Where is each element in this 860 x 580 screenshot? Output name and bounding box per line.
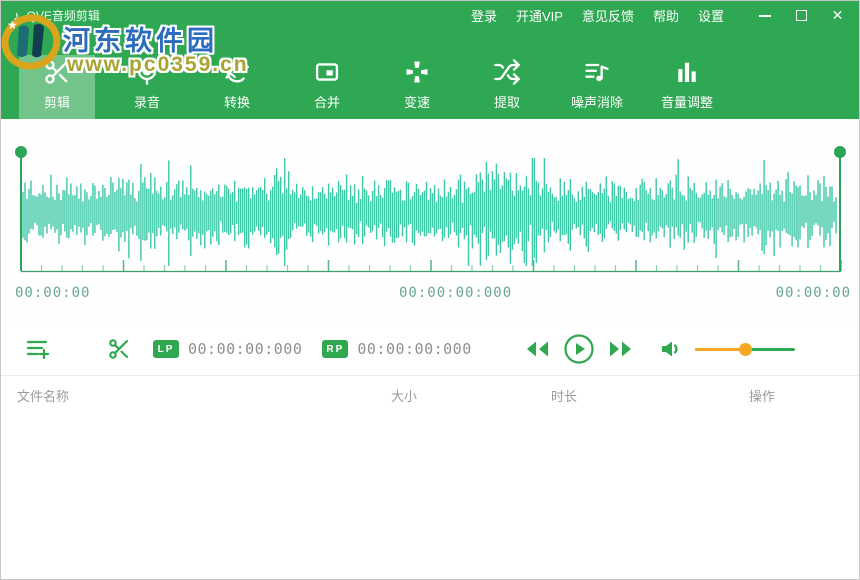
column-actions: 操作 bbox=[749, 386, 843, 405]
scissors-icon bbox=[43, 56, 71, 88]
timeline-ticks bbox=[21, 260, 841, 271]
waveform-bars bbox=[22, 158, 836, 266]
tab-label: 变速 bbox=[404, 92, 430, 111]
settings-link[interactable]: 设置 bbox=[698, 6, 724, 25]
tab-label: 噪声消除 bbox=[571, 92, 623, 111]
right-point-time: 00:00:00:000 bbox=[357, 340, 471, 358]
merge-icon bbox=[313, 56, 341, 88]
tab-convert[interactable]: 转换 bbox=[199, 55, 275, 119]
tab-label: 提取 bbox=[494, 92, 520, 111]
tab-record[interactable]: 录音 bbox=[109, 55, 185, 119]
main-toolbar: 剪辑 录音 转换 合并 变速 bbox=[1, 29, 859, 119]
close-icon[interactable]: ✕ bbox=[830, 8, 845, 22]
transport-bar: LP 00:00:00:000 RP 00:00:00:000 bbox=[1, 323, 859, 375]
volume-bars-icon bbox=[673, 56, 701, 88]
speaker-icon[interactable] bbox=[660, 339, 681, 359]
forward-button[interactable] bbox=[608, 340, 634, 358]
volume-handle[interactable] bbox=[739, 343, 752, 356]
volume-fill bbox=[695, 348, 745, 351]
maximize-icon[interactable] bbox=[794, 8, 808, 22]
right-point-badge: RP bbox=[322, 340, 348, 358]
column-duration: 时长 bbox=[551, 386, 749, 405]
app-title: QVE音频剪辑 bbox=[27, 7, 100, 24]
shuffle-icon bbox=[493, 56, 521, 88]
waveform-panel[interactable]: 00:00:00 00:00:00:000 00:00:00 bbox=[1, 119, 859, 323]
tab-volume-adjust[interactable]: 音量调整 bbox=[649, 55, 725, 119]
rewind-button[interactable] bbox=[524, 340, 550, 358]
file-table: 文件名称 大小 时长 操作 bbox=[1, 375, 859, 576]
tab-label: 转换 bbox=[224, 92, 250, 111]
left-point-time: 00:00:00:000 bbox=[188, 340, 302, 358]
speed-pad-icon bbox=[403, 56, 431, 88]
tab-merge[interactable]: 合并 bbox=[289, 55, 365, 119]
noise-removal-icon bbox=[583, 56, 611, 88]
title-bar: ♪ QVE音频剪辑 登录 开通VIP 意见反馈 帮助 设置 ✕ bbox=[1, 1, 859, 29]
add-to-list-button[interactable] bbox=[25, 337, 51, 361]
column-filename: 文件名称 bbox=[17, 386, 391, 405]
file-table-body[interactable] bbox=[1, 414, 859, 576]
feedback-link[interactable]: 意见反馈 bbox=[582, 6, 634, 25]
tab-speed[interactable]: 变速 bbox=[379, 55, 455, 119]
tab-cut[interactable]: 剪辑 bbox=[19, 55, 95, 119]
help-link[interactable]: 帮助 bbox=[653, 6, 679, 25]
titlebar-menu: 登录 开通VIP 意见反馈 帮助 设置 bbox=[471, 6, 724, 25]
refresh-icon bbox=[223, 56, 251, 88]
app-window: ♪ QVE音频剪辑 登录 开通VIP 意见反馈 帮助 设置 ✕ 剪辑 录音 bbox=[0, 0, 860, 580]
tab-label: 合并 bbox=[314, 92, 340, 111]
start-timecode: 00:00:00 bbox=[15, 285, 90, 301]
file-table-header: 文件名称 大小 时长 操作 bbox=[1, 376, 859, 414]
tab-label: 音量调整 bbox=[661, 92, 713, 111]
login-link[interactable]: 登录 bbox=[471, 6, 497, 25]
column-size: 大小 bbox=[391, 386, 551, 405]
tab-label: 剪辑 bbox=[44, 92, 70, 111]
play-button[interactable] bbox=[563, 333, 595, 365]
microphone-icon bbox=[133, 56, 161, 88]
window-controls: ✕ bbox=[758, 8, 845, 22]
vip-link[interactable]: 开通VIP bbox=[516, 6, 563, 25]
tab-noise-removal[interactable]: 噪声消除 bbox=[559, 55, 635, 119]
tab-label: 录音 bbox=[134, 92, 160, 111]
music-note-icon: ♪ bbox=[13, 9, 20, 22]
cursor-timecode: 00:00:00:000 bbox=[399, 285, 512, 301]
waveform-display[interactable] bbox=[1, 119, 860, 279]
left-point-badge: LP bbox=[153, 340, 179, 358]
minimize-icon[interactable] bbox=[758, 8, 772, 22]
end-timecode: 00:00:00 bbox=[776, 285, 851, 301]
tab-extract[interactable]: 提取 bbox=[469, 55, 545, 119]
volume-slider[interactable] bbox=[695, 342, 795, 356]
cut-button[interactable] bbox=[107, 337, 131, 361]
